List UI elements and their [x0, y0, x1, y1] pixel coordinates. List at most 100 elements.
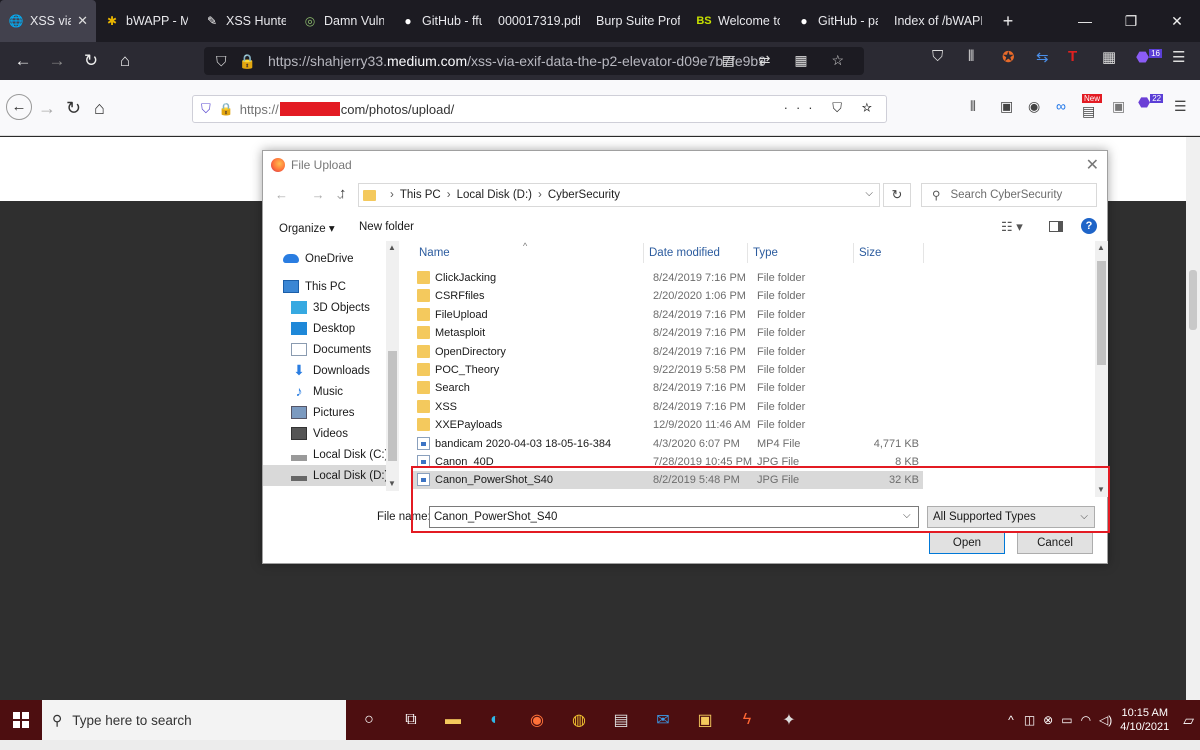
wifi-icon[interactable]: ◠ — [1081, 713, 1091, 727]
file-row[interactable]: XSS 8/24/2019 7:16 PM File folder — [413, 398, 923, 416]
chrome-icon[interactable]: ◍ — [558, 710, 600, 730]
tab-3[interactable]: ◎ Damn Vulne — [294, 0, 392, 42]
preview-pane-icon[interactable] — [1049, 221, 1063, 232]
pocket-icon[interactable]: ⛉ — [932, 48, 943, 65]
nav-item-local-disk-d[interactable]: Local Disk (D:) — [263, 465, 388, 486]
scroll-down-icon[interactable]: ▼ — [1097, 485, 1105, 494]
library-icon[interactable]: ⫴ — [970, 98, 976, 115]
file-row[interactable]: FileUpload 8/24/2019 7:16 PM File folder — [413, 306, 923, 324]
reader-icon[interactable]: ▤ ⇄ ▦ ☆ — [722, 52, 854, 69]
notepad-icon[interactable]: ▤ — [600, 710, 642, 730]
up-arrow-icon[interactable]: ↑ — [339, 185, 347, 202]
tab-7[interactable]: BS Welcome to — [688, 0, 788, 42]
edge-icon[interactable]: ◐ — [474, 711, 516, 729]
dialog-close-icon[interactable]: ✕ — [1086, 155, 1099, 175]
clock[interactable]: 10:15 AM 4/10/2021 — [1120, 706, 1169, 734]
scroll-down-icon[interactable]: ▼ — [388, 479, 396, 488]
refresh-button[interactable]: ↻ — [883, 183, 911, 207]
scrollbar-thumb[interactable] — [388, 351, 397, 461]
file-row[interactable]: CSRFfiles 2/20/2020 1:06 PM File folder — [413, 287, 923, 305]
home-icon[interactable]: ⌂ — [108, 51, 142, 71]
column-size[interactable]: Size — [859, 247, 881, 259]
menu-icon[interactable]: ☰ — [1174, 98, 1187, 115]
translate-icon[interactable]: ⇆ — [1036, 48, 1049, 66]
mail-icon[interactable]: ✉ — [642, 710, 684, 730]
scrollbar-thumb[interactable] — [1097, 261, 1106, 365]
tab-6[interactable]: Burp Suite Profe — [588, 0, 688, 42]
file-explorer-icon[interactable]: ▬ — [432, 711, 474, 729]
page-actions-icon[interactable]: ··· ⛉ ☆ — [784, 100, 880, 116]
close-icon[interactable]: ✕ — [77, 13, 88, 29]
new-folder-button[interactable]: New folder — [359, 221, 414, 233]
scrollbar-thumb[interactable] — [1189, 270, 1197, 330]
volume-icon[interactable]: ◁) — [1099, 713, 1112, 727]
burp-icon[interactable]: ϟ — [726, 711, 768, 729]
camera-icon[interactable]: ◫ — [1024, 713, 1035, 727]
tab-9[interactable]: Index of /bWAPP — [886, 0, 990, 42]
tab-0[interactable]: 🌐 XSS via E ✕ — [0, 0, 96, 42]
nav-item-3d-objects[interactable]: 3D Objects — [263, 297, 387, 318]
inner-extension-badge-icon[interactable]: ⬣ 22 — [1138, 94, 1164, 111]
page-scrollbar[interactable] — [1186, 137, 1200, 700]
inner-forward-icon[interactable]: → — [38, 98, 56, 119]
extension-badge-icon[interactable]: ⬣ 16 — [1136, 48, 1163, 66]
scroll-up-icon[interactable]: ▲ — [1097, 243, 1105, 252]
inner-home-icon[interactable]: ⌂ — [94, 98, 105, 119]
back-icon[interactable]: ← — [6, 51, 40, 71]
forward-icon[interactable]: → — [40, 51, 74, 71]
search-input[interactable]: ⚲ Search CyberSecurity — [921, 183, 1097, 207]
open-button[interactable]: Open — [929, 532, 1005, 554]
cancel-button[interactable]: Cancel — [1017, 532, 1093, 554]
minimize-icon[interactable]: — — [1062, 13, 1108, 29]
breadcrumb[interactable]: › This PC › Local Disk (D:) › CyberSecur… — [358, 183, 880, 207]
restore-icon[interactable]: ❐ — [1108, 13, 1154, 30]
file-type-select[interactable]: All Supported Types ⌵ — [927, 506, 1095, 528]
nav-item-pictures[interactable]: Pictures — [263, 402, 387, 423]
nav-item-documents[interactable]: Documents — [263, 339, 387, 360]
start-button[interactable] — [0, 700, 42, 740]
column-date[interactable]: Date modified — [649, 247, 720, 259]
file-row[interactable]: ClickJacking 8/24/2019 7:16 PM File folder — [413, 269, 923, 287]
nav-item-music[interactable]: ♪ Music — [263, 381, 387, 402]
help-icon[interactable]: ? — [1081, 218, 1097, 234]
new-extension-icon[interactable]: New ▤ — [1082, 94, 1103, 120]
inner-reload-icon[interactable]: ↻ — [66, 98, 81, 119]
q-extension-icon[interactable]: ▣ — [1112, 98, 1125, 115]
outer-url-bar[interactable]: ⛉ 🔒 https://shahjerry33.medium.com/xss-v… — [204, 47, 864, 75]
tab-4[interactable]: ● GitHub - ffu — [392, 0, 490, 42]
chevron-down-icon[interactable]: ⌵ — [865, 188, 873, 199]
tab-5[interactable]: 000017319.pdf — [490, 0, 588, 42]
inner-url-bar[interactable]: ⛉ 🔒 https:// com/photos/upload/ ··· ⛉ ☆ — [192, 95, 887, 123]
network-off-icon[interactable]: ⊗ — [1043, 713, 1053, 727]
sticky-icon[interactable]: ▣ — [684, 710, 726, 730]
breadcrumb-item[interactable]: CyberSecurity — [548, 189, 620, 201]
library-icon[interactable]: ⫴ — [968, 48, 974, 65]
account-icon[interactable]: ◉ — [1028, 98, 1040, 115]
nav-item-onedrive[interactable]: OneDrive — [263, 248, 387, 269]
task-view-icon[interactable]: ⧉ — [390, 711, 432, 729]
close-window-icon[interactable]: ✕ — [1154, 13, 1200, 30]
sidebar-icon[interactable]: ▣ — [1000, 98, 1013, 115]
chevron-up-icon[interactable]: ^ — [1008, 713, 1014, 727]
nav-scrollbar[interactable]: ▲ ▼ — [386, 241, 399, 491]
nav-item-desktop[interactable]: Desktop — [263, 318, 387, 339]
file-row[interactable]: XXEPayloads 12/9/2020 11:46 AM File folder — [413, 416, 923, 434]
breadcrumb-item[interactable]: Local Disk (D:) — [457, 189, 532, 201]
file-row[interactable]: Canon_40D 7/28/2019 10:45 PM JPG File 8 KB — [413, 453, 923, 471]
taskbar-search-input[interactable]: ⚲ Type here to search — [42, 700, 346, 740]
extension-icon[interactable]: ✪ — [1002, 48, 1015, 66]
menu-icon[interactable]: ☰ — [1172, 48, 1185, 66]
file-row[interactable]: bandicam 2020-04-03 18-05-16-384 4/3/2020… — [413, 435, 923, 453]
column-name[interactable]: Name — [419, 247, 450, 259]
scroll-up-icon[interactable]: ▲ — [388, 243, 396, 252]
file-row[interactable]: POC_Theory 9/22/2019 5:58 PM File folder — [413, 361, 923, 379]
nav-item-videos[interactable]: Videos — [263, 423, 387, 444]
view-options-icon[interactable]: ☷ ▾ — [1001, 219, 1023, 235]
firefox-icon[interactable]: ◉ — [516, 710, 558, 730]
tab-1[interactable]: ✱ bWAPP - M — [96, 0, 196, 42]
nav-item-downloads[interactable]: ⬇ Downloads — [263, 360, 387, 381]
reload-icon[interactable]: ↻ — [74, 51, 108, 71]
nav-item-local-disk-c[interactable]: Local Disk (C:) — [263, 444, 388, 465]
t-extension-icon[interactable]: T — [1068, 48, 1077, 65]
file-row[interactable]: Search 8/24/2019 7:16 PM File folder — [413, 379, 923, 397]
